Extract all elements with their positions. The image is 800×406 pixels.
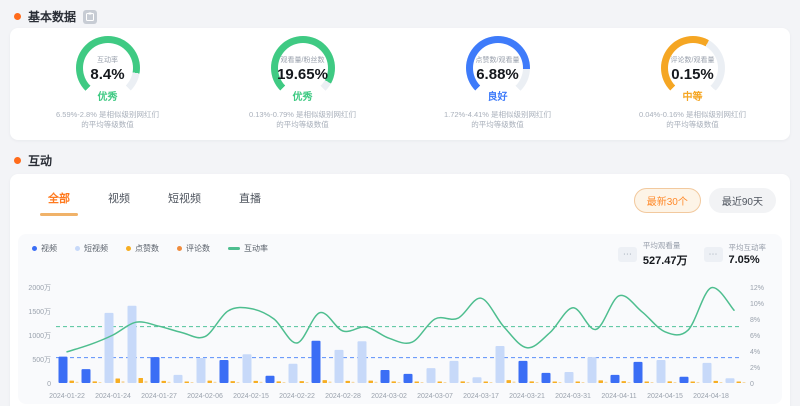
gauge-caption: 6.59%-2.8% 是相似级别网红们 的平均等级数值 [56, 110, 159, 130]
latest-30-pill[interactable]: 最新30个 [634, 188, 701, 213]
legend-likes[interactable]: 点赞数 [126, 243, 159, 254]
last-90-days-pill[interactable]: 最近90天 [709, 188, 776, 213]
mini-bars-icon[interactable]: ⋯ [618, 247, 637, 262]
mini-bars-icon[interactable]: ⋯ [704, 247, 723, 262]
legend-likes-dot-icon [126, 246, 131, 251]
gauge-value: 19.65% [277, 66, 328, 83]
basic-data-title: 基本数据 [28, 8, 76, 25]
gauge-label: 互动率 [97, 55, 118, 65]
tab-live[interactable]: 直播 [239, 190, 261, 216]
interaction-title: 互动 [28, 152, 52, 169]
gauge-status-badge: 优秀 [271, 88, 335, 103]
svg-text:2024-01-24: 2024-01-24 [95, 393, 131, 400]
svg-text:2024-04-11: 2024-04-11 [601, 393, 636, 400]
bullet-dot-icon [14, 13, 21, 20]
svg-text:4%: 4% [750, 349, 760, 356]
svg-text:2024-02-28: 2024-02-28 [325, 393, 361, 400]
svg-text:2%: 2% [750, 365, 760, 372]
gauge-status-badge: 中等 [661, 88, 725, 103]
svg-text:2024-03-02: 2024-03-02 [371, 393, 407, 400]
avg-views-label: 平均观看量 [643, 240, 688, 251]
tab-short-video[interactable]: 短视频 [168, 190, 201, 216]
legend-short-video[interactable]: 短视频 [75, 243, 108, 254]
gauge-label: 观看量/粉丝数 [281, 55, 325, 65]
svg-text:2024-01-22: 2024-01-22 [49, 393, 85, 400]
gauge-status-badge: 优秀 [76, 88, 140, 103]
interaction-chart-panel: 视频 短视频 点赞数 评论数 互动率 [18, 234, 782, 404]
gauge-caption: 1.72%-4.41% 是相似级别网红们 的平均等级数值 [444, 110, 551, 130]
gauge-label: 评论数/观看量 [671, 55, 715, 65]
svg-text:1500万: 1500万 [28, 308, 51, 316]
svg-text:2024-04-15: 2024-04-15 [647, 393, 683, 400]
gauge-likes-per-view: 点赞数/观看量 6.88% 良好 1.72%-4.41% 是相似级别网红们 的平… [400, 36, 595, 140]
legend-engagement-rate[interactable]: 互动率 [228, 243, 268, 254]
filter-pills: 最新30个 最近90天 [634, 188, 776, 213]
svg-text:12%: 12% [750, 285, 764, 292]
tab-video[interactable]: 视频 [108, 190, 130, 216]
interaction-card: 全部 视频 短视频 直播 最新30个 最近90天 视频 短视频 [10, 174, 790, 406]
svg-text:2024-01-27: 2024-01-27 [141, 393, 177, 400]
svg-text:10%: 10% [750, 301, 764, 308]
avg-engagement-label: 平均互动率 [729, 242, 767, 253]
gauge-value: 6.88% [476, 66, 519, 83]
legend-engagement-line-icon [228, 247, 240, 250]
legend-comments-dot-icon [177, 246, 182, 251]
tab-all[interactable]: 全部 [48, 190, 70, 216]
svg-text:2024-04-18: 2024-04-18 [693, 393, 729, 400]
gauge-status-badge: 良好 [466, 88, 530, 103]
svg-text:2024-03-31: 2024-03-31 [555, 393, 591, 400]
svg-text:2024-02-15: 2024-02-15 [233, 393, 269, 400]
interaction-header: 互动 [14, 152, 52, 169]
svg-text:0: 0 [47, 381, 51, 388]
legend-video[interactable]: 视频 [32, 243, 57, 254]
svg-text:8%: 8% [750, 317, 760, 324]
gauge-comments-per-view: 评论数/观看量 0.15% 中等 0.04%-0.16% 是相似级别网红们 的平… [595, 36, 790, 140]
legend-comments[interactable]: 评论数 [177, 243, 210, 254]
gauge-value: 0.15% [671, 66, 714, 83]
interaction-tabs: 全部 视频 短视频 直播 [48, 190, 261, 216]
basic-data-card: 互动率 8.4% 优秀 6.59%-2.8% 是相似级别网红们 的平均等级数值 … [10, 28, 790, 140]
gauge-value: 8.4% [90, 66, 124, 83]
interaction-bar-line-chart[interactable]: 2000万 1500万 1000万 500万 0 12% 10% 8% 6% 4% 2% 0 2024-… [18, 262, 782, 404]
gauge-views-per-follower: 观看量/粉丝数 19.65% 优秀 0.13%-0.79% 是相似级别网红们 的… [205, 36, 400, 140]
gauge-label: 点赞数/观看量 [476, 55, 520, 65]
dashboard-page: 基本数据 互动率 8.4% 优秀 6.59%-2.8% 是相似级别网红们 的平均… [0, 0, 800, 406]
gauge-row: 互动率 8.4% 优秀 6.59%-2.8% 是相似级别网红们 的平均等级数值 … [10, 28, 790, 140]
gauge-ring-comments-views: 评论数/观看量 0.15% 中等 [661, 36, 725, 100]
svg-text:2000万: 2000万 [28, 284, 51, 292]
chart-legend: 视频 短视频 点赞数 评论数 互动率 [32, 243, 268, 254]
gauge-ring-likes-views: 点赞数/观看量 6.88% 良好 [466, 36, 530, 100]
clipboard-icon[interactable] [83, 10, 97, 24]
gauge-caption: 0.13%-0.79% 是相似级别网红们 的平均等级数值 [249, 110, 356, 130]
svg-text:2024-03-21: 2024-03-21 [509, 393, 545, 400]
svg-text:500万: 500万 [32, 356, 51, 364]
svg-text:2024-03-07: 2024-03-07 [417, 393, 453, 400]
gauge-ring-engagement: 互动率 8.4% 优秀 [76, 36, 140, 100]
legend-video-dot-icon [32, 246, 37, 251]
svg-text:2024-02-22: 2024-02-22 [279, 393, 315, 400]
gauge-engagement-rate: 互动率 8.4% 优秀 6.59%-2.8% 是相似级别网红们 的平均等级数值 [10, 36, 205, 140]
legend-short-video-dot-icon [75, 246, 80, 251]
bullet-dot-icon [14, 157, 21, 164]
svg-text:0: 0 [750, 381, 754, 388]
gauge-ring-views-followers: 观看量/粉丝数 19.65% 优秀 [271, 36, 335, 100]
gauge-caption: 0.04%-0.16% 是相似级别网红们 的平均等级数值 [639, 110, 746, 130]
svg-text:2024-03-17: 2024-03-17 [463, 393, 499, 400]
basic-data-header: 基本数据 [14, 8, 97, 25]
svg-text:6%: 6% [750, 333, 760, 340]
svg-text:1000万: 1000万 [28, 332, 51, 340]
svg-text:2024-02-06: 2024-02-06 [187, 393, 223, 400]
